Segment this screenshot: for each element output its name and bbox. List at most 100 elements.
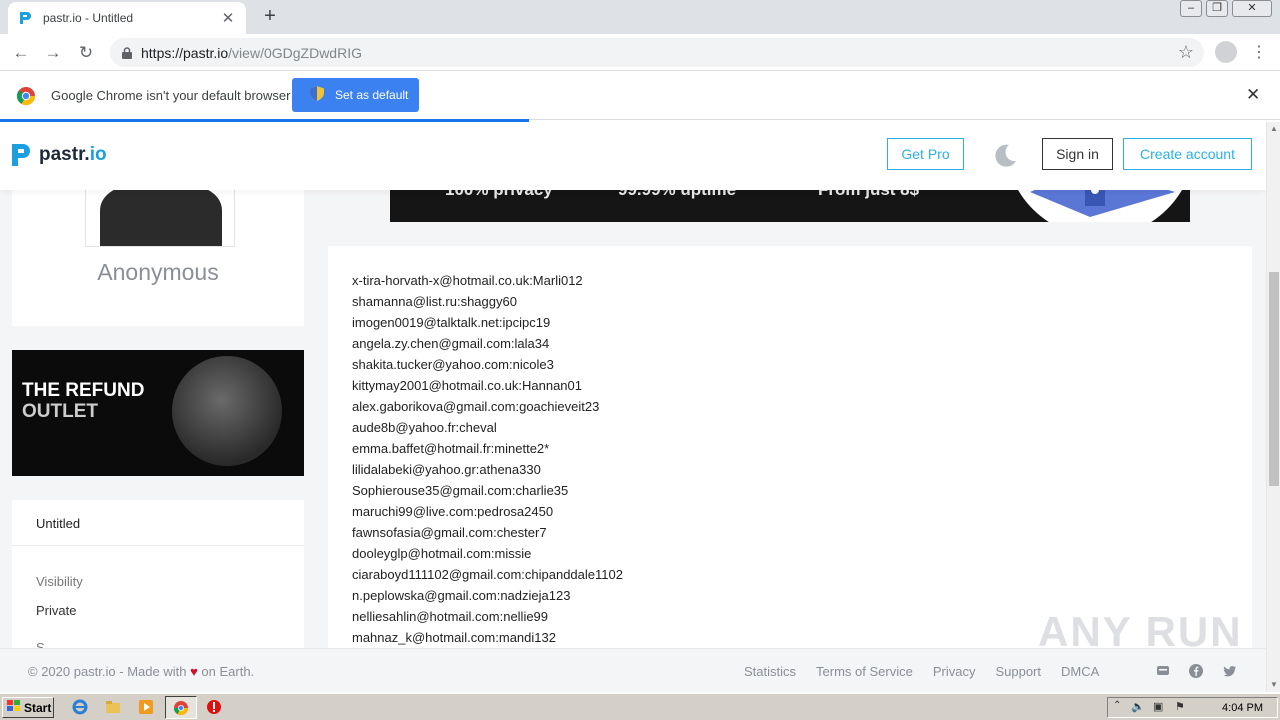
- footer-link-dmca[interactable]: DMCA: [1061, 664, 1099, 679]
- paste-line: lilidalabeki@yahoo.gr:athena330: [352, 462, 541, 477]
- twitter-icon[interactable]: [1223, 664, 1237, 678]
- site-header: pastr.io Get Pro Sign in Create account: [0, 122, 1266, 190]
- window-close-icon[interactable]: ✕: [1232, 0, 1272, 17]
- paste-line: kittymay2001@hotmail.co.uk:Hannan01: [352, 378, 582, 393]
- paste-line: aude8b@yahoo.fr:cheval: [352, 420, 497, 435]
- author-name: Anonymous: [97, 259, 219, 285]
- paste-line: shakita.tucker@yahoo.com:nicole3: [352, 357, 554, 372]
- paste-line: dooleyglp@hotmail.com:missie: [352, 546, 532, 561]
- action-center-flag-icon[interactable]: ⚑: [1175, 700, 1185, 713]
- paste-line: imogen0019@talktalk.net:ipcipc19: [352, 315, 551, 330]
- url-path: /view/0GDgZDwdRIG: [228, 45, 362, 61]
- uac-shield-icon: [310, 86, 324, 104]
- chat-icon[interactable]: [1156, 664, 1170, 678]
- restore-icon[interactable]: ❐: [1206, 0, 1228, 17]
- scroll-up-icon[interactable]: ▲: [1267, 122, 1280, 136]
- set-as-default-button[interactable]: Set as default: [292, 78, 419, 112]
- chrome-taskbar-icon: [173, 700, 189, 716]
- heart-icon: ♥: [190, 664, 198, 679]
- tray-expand-icon[interactable]: ⌃: [1113, 700, 1121, 711]
- create-account-button[interactable]: Create account: [1123, 138, 1252, 170]
- bookmark-star-icon[interactable]: ☆: [1178, 42, 1194, 63]
- browser-tab[interactable]: pastr.io - Untitled ✕: [8, 2, 246, 34]
- divider: [12, 545, 304, 546]
- paste-line: fawnsofasia@gmail.com:chester7: [352, 525, 547, 540]
- paste-line: nelliesahlin@hotmail.com:nellie99: [352, 609, 549, 624]
- copyright: © 2020 pastr.io - Made with ♥ on Earth.: [28, 664, 254, 679]
- copyright-post: on Earth.: [201, 664, 255, 679]
- back-icon[interactable]: ←: [10, 42, 32, 64]
- paste-line: ciaraboyd111102@gmail.com:chipanddale110…: [352, 567, 623, 582]
- forward-icon[interactable]: →: [42, 42, 64, 64]
- footer-link-terms[interactable]: Terms of Service: [816, 664, 913, 679]
- copyright-pre: © 2020 pastr.io - Made with: [28, 664, 187, 679]
- footer-links: Statistics Terms of Service Privacy Supp…: [744, 664, 1099, 679]
- tab-title: pastr.io - Untitled: [43, 11, 134, 25]
- chrome-menu-icon[interactable]: ⋮: [1250, 42, 1268, 62]
- page-scrollbar[interactable]: ▲ ▼: [1266, 122, 1280, 692]
- profile-avatar-icon[interactable]: [1215, 41, 1237, 63]
- address-bar[interactable]: https://pastr.io/view/0GDgZDwdRIG ☆: [110, 38, 1204, 67]
- logo-text-main: pastr.: [39, 144, 90, 165]
- paste-line: alex.gaborikova@gmail.com:goachieveit23: [352, 399, 600, 414]
- explorer-folder-icon[interactable]: [105, 699, 121, 715]
- scroll-down-icon[interactable]: ▼: [1267, 678, 1280, 692]
- facebook-icon[interactable]: [1189, 664, 1203, 678]
- stop-sign-icon[interactable]: [206, 699, 222, 715]
- browser-toolbar: ← → ↻ https://pastr.io/view/0GDgZDwdRIG …: [0, 34, 1280, 71]
- new-tab-icon[interactable]: +: [259, 5, 281, 27]
- tab-close-icon[interactable]: ✕: [220, 9, 236, 27]
- url-host: https://pastr.io: [141, 45, 229, 61]
- infobar-close-icon[interactable]: ✕: [1246, 85, 1260, 105]
- visibility-value: Private: [36, 603, 77, 618]
- chrome-logo-icon: [16, 86, 36, 106]
- windows-logo-icon: [7, 700, 21, 715]
- system-tray: ⌃ 🔈 ▣ ⚑ 4:04 PM: [1107, 697, 1278, 718]
- footer-link-privacy[interactable]: Privacy: [933, 664, 976, 679]
- paste-line: emma.baffet@hotmail.fr:minette2*: [352, 441, 550, 456]
- volume-icon[interactable]: 🔈: [1131, 700, 1145, 713]
- pastr-logo-icon: [12, 144, 31, 166]
- dark-mode-moon-icon[interactable]: [994, 143, 1018, 167]
- infobar-message: Google Chrome isn't your default browser: [51, 88, 291, 103]
- windows-taskbar: Start ⌃ 🔈 ▣ ⚑ 4:04 PM: [0, 692, 1280, 720]
- visibility-label: Visibility: [36, 574, 83, 589]
- set-as-default-label: Set as default: [335, 88, 409, 102]
- url-text: https://pastr.io/view/0GDgZDwdRIG: [141, 45, 362, 61]
- ie-icon[interactable]: [72, 699, 88, 715]
- footer-link-support[interactable]: Support: [995, 664, 1041, 679]
- paste-line: Sophierouse35@gmail.com:charlie35: [352, 483, 569, 498]
- paste-title: Untitled: [36, 516, 81, 531]
- paste-line: maruchi99@live.com:pedrosa2450: [352, 504, 554, 519]
- ad-title-line2: OUTLET: [22, 401, 98, 422]
- tab-strip: pastr.io - Untitled ✕ + – ❐ ✕: [0, 0, 1280, 34]
- pastr-favicon-icon: [18, 10, 34, 26]
- network-icon[interactable]: ▣: [1153, 700, 1163, 713]
- lock-icon: [122, 46, 132, 64]
- paste-lines: x-tira-horvath-x@hotmail.co.uk:Marli012 …: [352, 273, 623, 651]
- ad-image: [172, 356, 282, 466]
- taskbar-chrome-button[interactable]: [165, 696, 197, 719]
- start-label: Start: [24, 700, 52, 715]
- default-browser-infobar: Google Chrome isn't your default browser…: [0, 71, 1280, 120]
- site-logo[interactable]: pastr.io: [12, 144, 107, 166]
- reload-icon[interactable]: ↻: [75, 42, 97, 64]
- paste-line: shamanna@list.ru:shaggy60: [352, 294, 517, 309]
- ad-title-line1: THE REFUND: [22, 380, 145, 401]
- taskbar-clock[interactable]: 4:04 PM: [1222, 702, 1263, 714]
- paste-line: n.peplowska@gmail.com:nadzieja123: [352, 588, 571, 603]
- paste-line: x-tira-horvath-x@hotmail.co.uk:Marli012: [352, 273, 583, 288]
- anyrun-watermark: ANY RUN: [1038, 608, 1243, 655]
- get-pro-button[interactable]: Get Pro: [887, 138, 964, 170]
- footer-link-statistics[interactable]: Statistics: [744, 664, 796, 679]
- sign-in-button[interactable]: Sign in: [1042, 138, 1113, 170]
- media-player-icon[interactable]: [138, 699, 154, 715]
- refund-outlet-ad[interactable]: THE REFUND OUTLET: [12, 350, 304, 476]
- window-controls: – ❐ ✕: [1180, 0, 1272, 17]
- logo-text: pastr.io: [39, 144, 107, 166]
- logo-text-suffix: io: [89, 144, 107, 165]
- start-button[interactable]: Start: [2, 697, 54, 718]
- scroll-thumb[interactable]: [1269, 272, 1279, 486]
- page-viewport: Anonymous THE REFUND OUTLET Untitled Vis…: [0, 122, 1266, 692]
- minimize-icon[interactable]: –: [1180, 0, 1202, 17]
